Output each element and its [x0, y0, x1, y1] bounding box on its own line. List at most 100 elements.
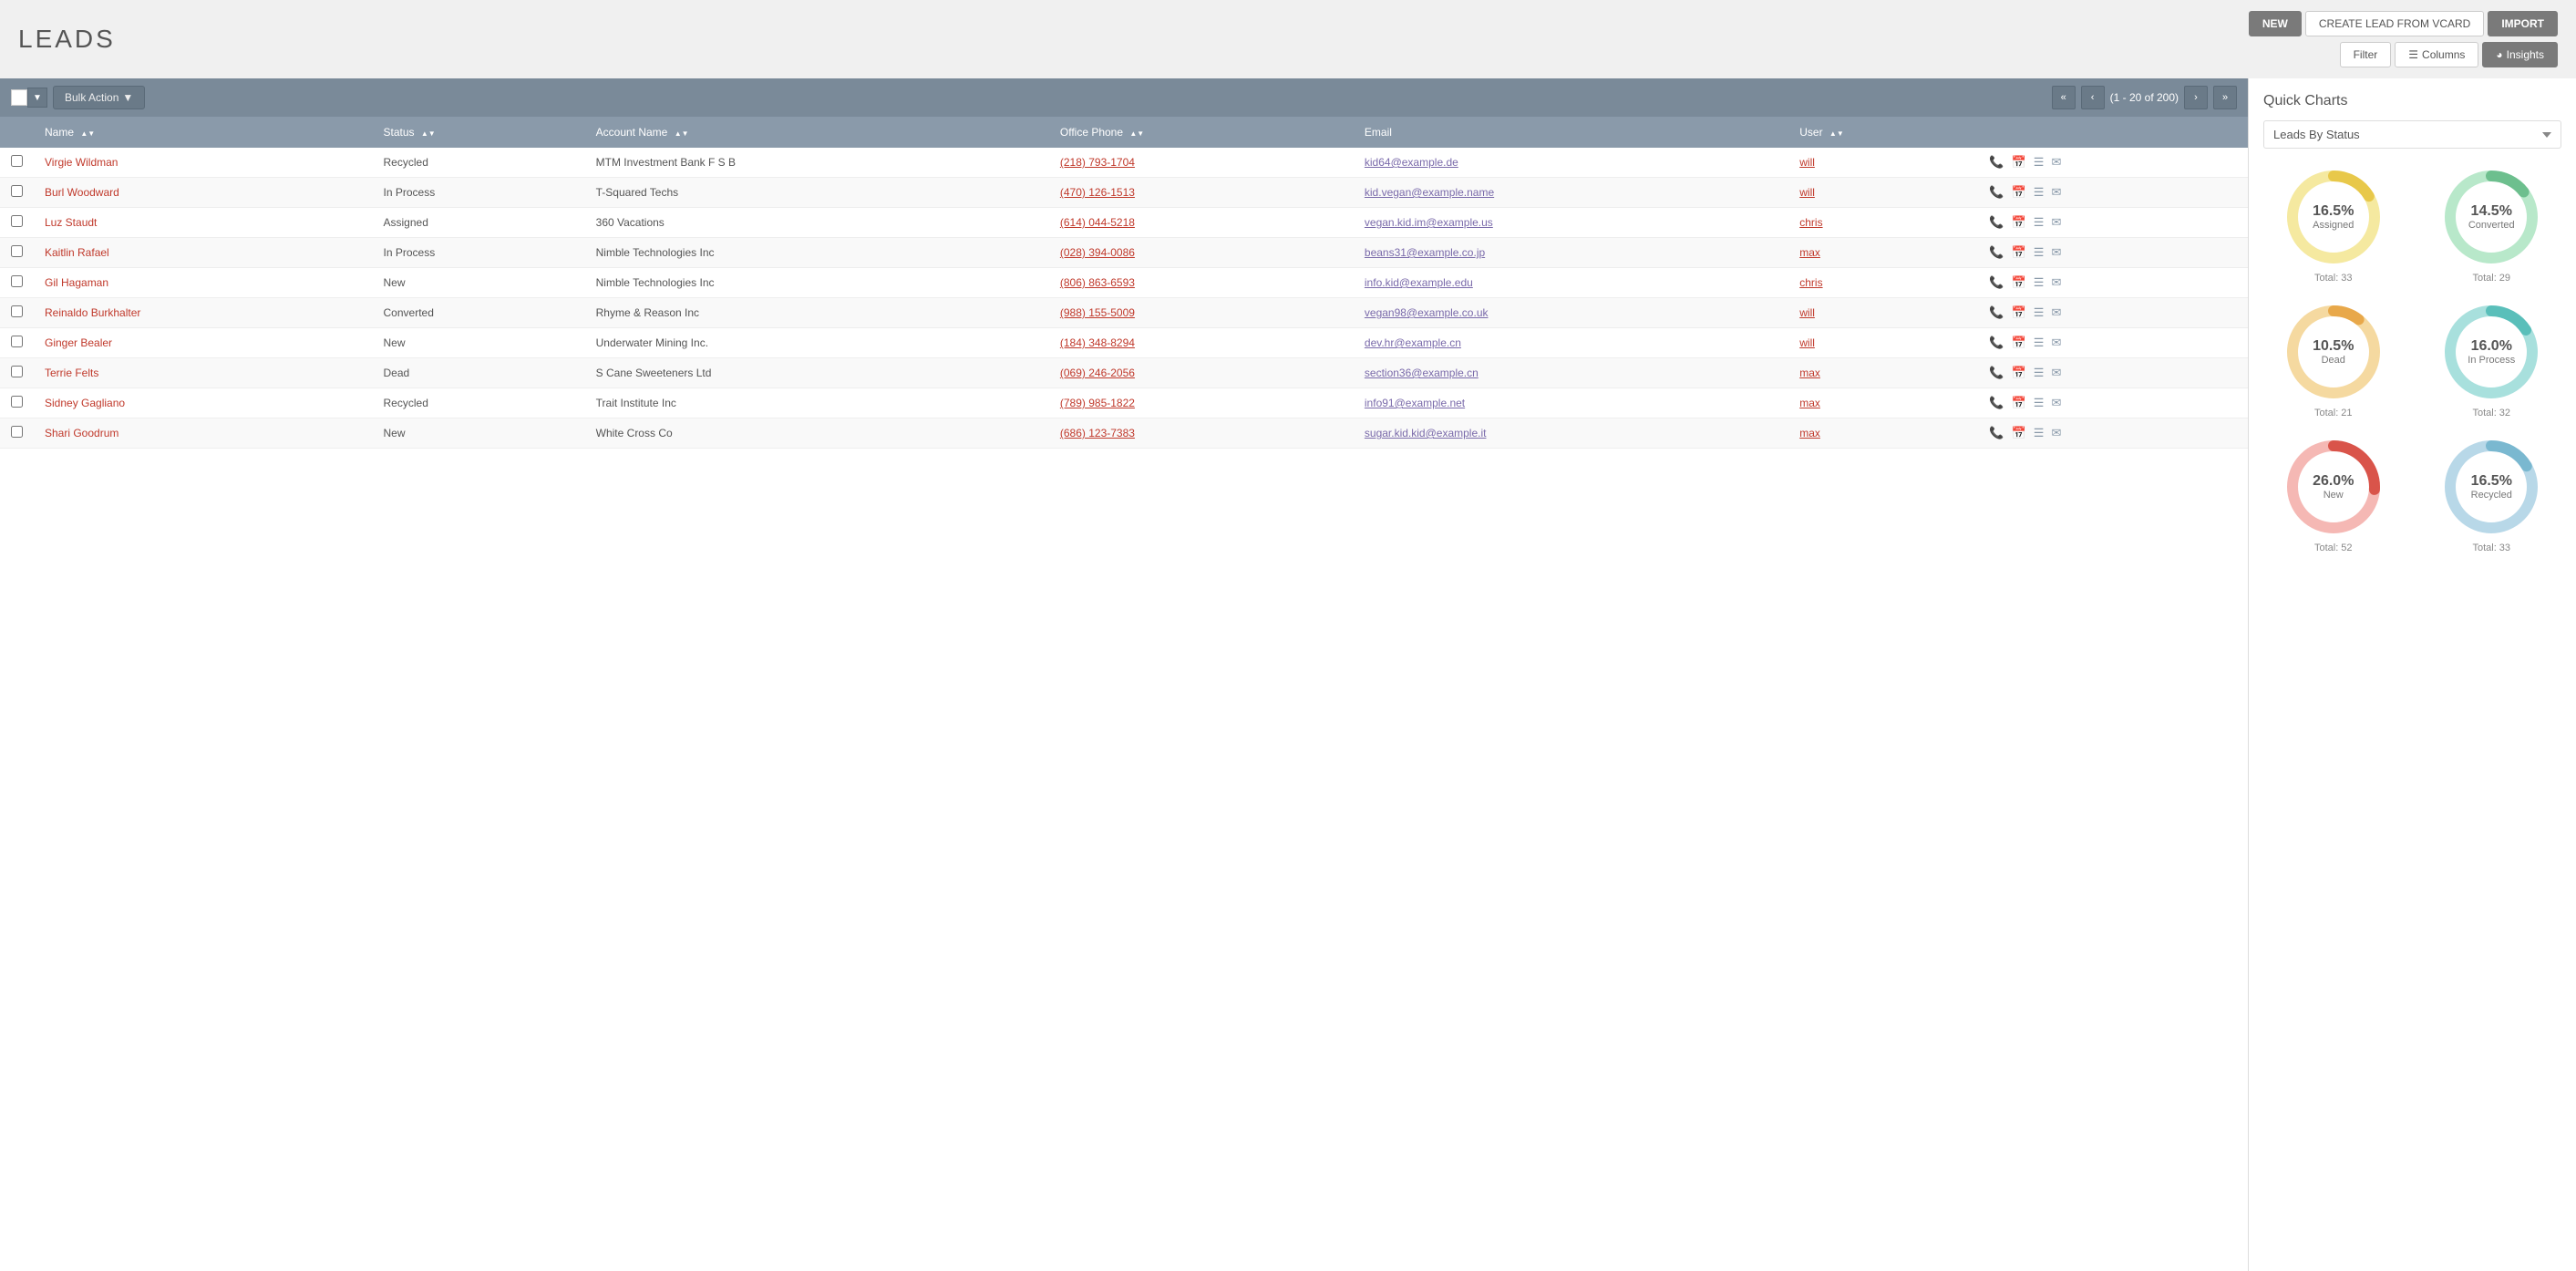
lead-name-link[interactable]: Kaitlin Rafael — [45, 246, 109, 259]
user-link[interactable]: chris — [1799, 276, 1822, 289]
phone-link[interactable]: (686) 123-7383 — [1060, 427, 1135, 439]
row-checkbox[interactable] — [11, 366, 23, 377]
calendar-action-icon[interactable]: 📅 — [2012, 185, 2026, 200]
prev-page-button[interactable]: ‹ — [2081, 86, 2105, 109]
row-checkbox[interactable] — [11, 215, 23, 227]
calendar-action-icon[interactable]: 📅 — [2012, 426, 2026, 440]
lead-name-link[interactable]: Reinaldo Burkhalter — [45, 306, 140, 319]
calendar-action-icon[interactable]: 📅 — [2012, 366, 2026, 380]
user-link[interactable]: will — [1799, 186, 1815, 199]
list-action-icon[interactable]: ☰ — [2034, 275, 2045, 290]
list-action-icon[interactable]: ☰ — [2034, 215, 2045, 230]
email-action-icon[interactable]: ✉ — [2051, 245, 2061, 260]
email-link[interactable]: beans31@example.co.jp — [1365, 246, 1485, 259]
phone-header[interactable]: Office Phone ▲▼ — [1049, 117, 1354, 148]
email-action-icon[interactable]: ✉ — [2051, 366, 2061, 380]
user-link[interactable]: will — [1799, 156, 1815, 169]
calendar-action-icon[interactable]: 📅 — [2012, 155, 2026, 170]
status-header[interactable]: Status ▲▼ — [373, 117, 585, 148]
email-link[interactable]: info91@example.net — [1365, 397, 1465, 409]
email-link[interactable]: info.kid@example.edu — [1365, 276, 1473, 289]
phone-link[interactable]: (028) 394-0086 — [1060, 246, 1135, 259]
list-action-icon[interactable]: ☰ — [2034, 155, 2045, 170]
calendar-action-icon[interactable]: 📅 — [2012, 336, 2026, 350]
select-dropdown-arrow[interactable]: ▼ — [27, 88, 47, 108]
email-link[interactable]: dev.hr@example.cn — [1365, 336, 1461, 349]
phone-action-icon[interactable]: 📞 — [1989, 396, 2004, 410]
user-link[interactable]: will — [1799, 336, 1815, 349]
email-link[interactable]: kid64@example.de — [1365, 156, 1458, 169]
first-page-button[interactable]: « — [2052, 86, 2076, 109]
email-link[interactable]: vegan.kid.im@example.us — [1365, 216, 1493, 229]
list-action-icon[interactable]: ☰ — [2034, 185, 2045, 200]
phone-action-icon[interactable]: 📞 — [1989, 275, 2004, 290]
email-action-icon[interactable]: ✉ — [2051, 215, 2061, 230]
lead-name-link[interactable]: Gil Hagaman — [45, 276, 108, 289]
select-all-box[interactable] — [11, 89, 27, 106]
user-link[interactable]: chris — [1799, 216, 1822, 229]
row-checkbox[interactable] — [11, 426, 23, 438]
calendar-action-icon[interactable]: 📅 — [2012, 245, 2026, 260]
phone-link[interactable]: (069) 246-2056 — [1060, 367, 1135, 379]
calendar-action-icon[interactable]: 📅 — [2012, 305, 2026, 320]
phone-action-icon[interactable]: 📞 — [1989, 245, 2004, 260]
user-header[interactable]: User ▲▼ — [1788, 117, 1978, 148]
phone-link[interactable]: (988) 155-5009 — [1060, 306, 1135, 319]
email-action-icon[interactable]: ✉ — [2051, 185, 2061, 200]
row-checkbox[interactable] — [11, 245, 23, 257]
phone-action-icon[interactable]: 📞 — [1989, 155, 2004, 170]
user-link[interactable]: max — [1799, 367, 1820, 379]
row-checkbox[interactable] — [11, 336, 23, 347]
row-checkbox[interactable] — [11, 275, 23, 287]
create-from-vcard-button[interactable]: CREATE LEAD FROM VCARD — [2305, 11, 2484, 36]
email-action-icon[interactable]: ✉ — [2051, 396, 2061, 410]
list-action-icon[interactable]: ☰ — [2034, 305, 2045, 320]
account-header[interactable]: Account Name ▲▼ — [585, 117, 1049, 148]
phone-action-icon[interactable]: 📞 — [1989, 336, 2004, 350]
phone-action-icon[interactable]: 📞 — [1989, 426, 2004, 440]
new-button[interactable]: NEW — [2249, 11, 2302, 36]
list-action-icon[interactable]: ☰ — [2034, 426, 2045, 440]
email-link[interactable]: section36@example.cn — [1365, 367, 1479, 379]
import-button[interactable]: IMPORT — [2488, 11, 2558, 36]
lead-name-link[interactable]: Burl Woodward — [45, 186, 119, 199]
user-link[interactable]: max — [1799, 246, 1820, 259]
name-header[interactable]: Name ▲▼ — [34, 117, 373, 148]
lead-name-link[interactable]: Shari Goodrum — [45, 427, 118, 439]
insights-button[interactable]: ◕ Insights — [2482, 42, 2558, 67]
select-all-checkbox[interactable]: ▼ — [11, 88, 47, 108]
email-action-icon[interactable]: ✉ — [2051, 305, 2061, 320]
phone-action-icon[interactable]: 📞 — [1989, 305, 2004, 320]
phone-link[interactable]: (470) 126-1513 — [1060, 186, 1135, 199]
lead-name-link[interactable]: Luz Staudt — [45, 216, 97, 229]
row-checkbox[interactable] — [11, 185, 23, 197]
email-action-icon[interactable]: ✉ — [2051, 426, 2061, 440]
phone-link[interactable]: (184) 348-8294 — [1060, 336, 1135, 349]
row-checkbox[interactable] — [11, 155, 23, 167]
row-checkbox[interactable] — [11, 396, 23, 408]
columns-button[interactable]: ☰ Columns — [2395, 42, 2478, 67]
list-action-icon[interactable]: ☰ — [2034, 245, 2045, 260]
bulk-action-button[interactable]: Bulk Action ▼ — [53, 86, 145, 109]
calendar-action-icon[interactable]: 📅 — [2012, 396, 2026, 410]
calendar-action-icon[interactable]: 📅 — [2012, 275, 2026, 290]
next-page-button[interactable]: › — [2184, 86, 2208, 109]
email-link[interactable]: vegan98@example.co.uk — [1365, 306, 1489, 319]
list-action-icon[interactable]: ☰ — [2034, 366, 2045, 380]
lead-name-link[interactable]: Virgie Wildman — [45, 156, 118, 169]
lead-name-link[interactable]: Terrie Felts — [45, 367, 98, 379]
phone-action-icon[interactable]: 📞 — [1989, 185, 2004, 200]
phone-action-icon[interactable]: 📞 — [1989, 366, 2004, 380]
phone-link[interactable]: (614) 044-5218 — [1060, 216, 1135, 229]
user-link[interactable]: max — [1799, 397, 1820, 409]
phone-action-icon[interactable]: 📞 — [1989, 215, 2004, 230]
email-header[interactable]: Email — [1354, 117, 1788, 148]
email-action-icon[interactable]: ✉ — [2051, 275, 2061, 290]
email-action-icon[interactable]: ✉ — [2051, 336, 2061, 350]
calendar-action-icon[interactable]: 📅 — [2012, 215, 2026, 230]
email-link[interactable]: sugar.kid.kid@example.it — [1365, 427, 1487, 439]
email-action-icon[interactable]: ✉ — [2051, 155, 2061, 170]
lead-name-link[interactable]: Ginger Bealer — [45, 336, 112, 349]
user-link[interactable]: will — [1799, 306, 1815, 319]
lead-name-link[interactable]: Sidney Gagliano — [45, 397, 125, 409]
